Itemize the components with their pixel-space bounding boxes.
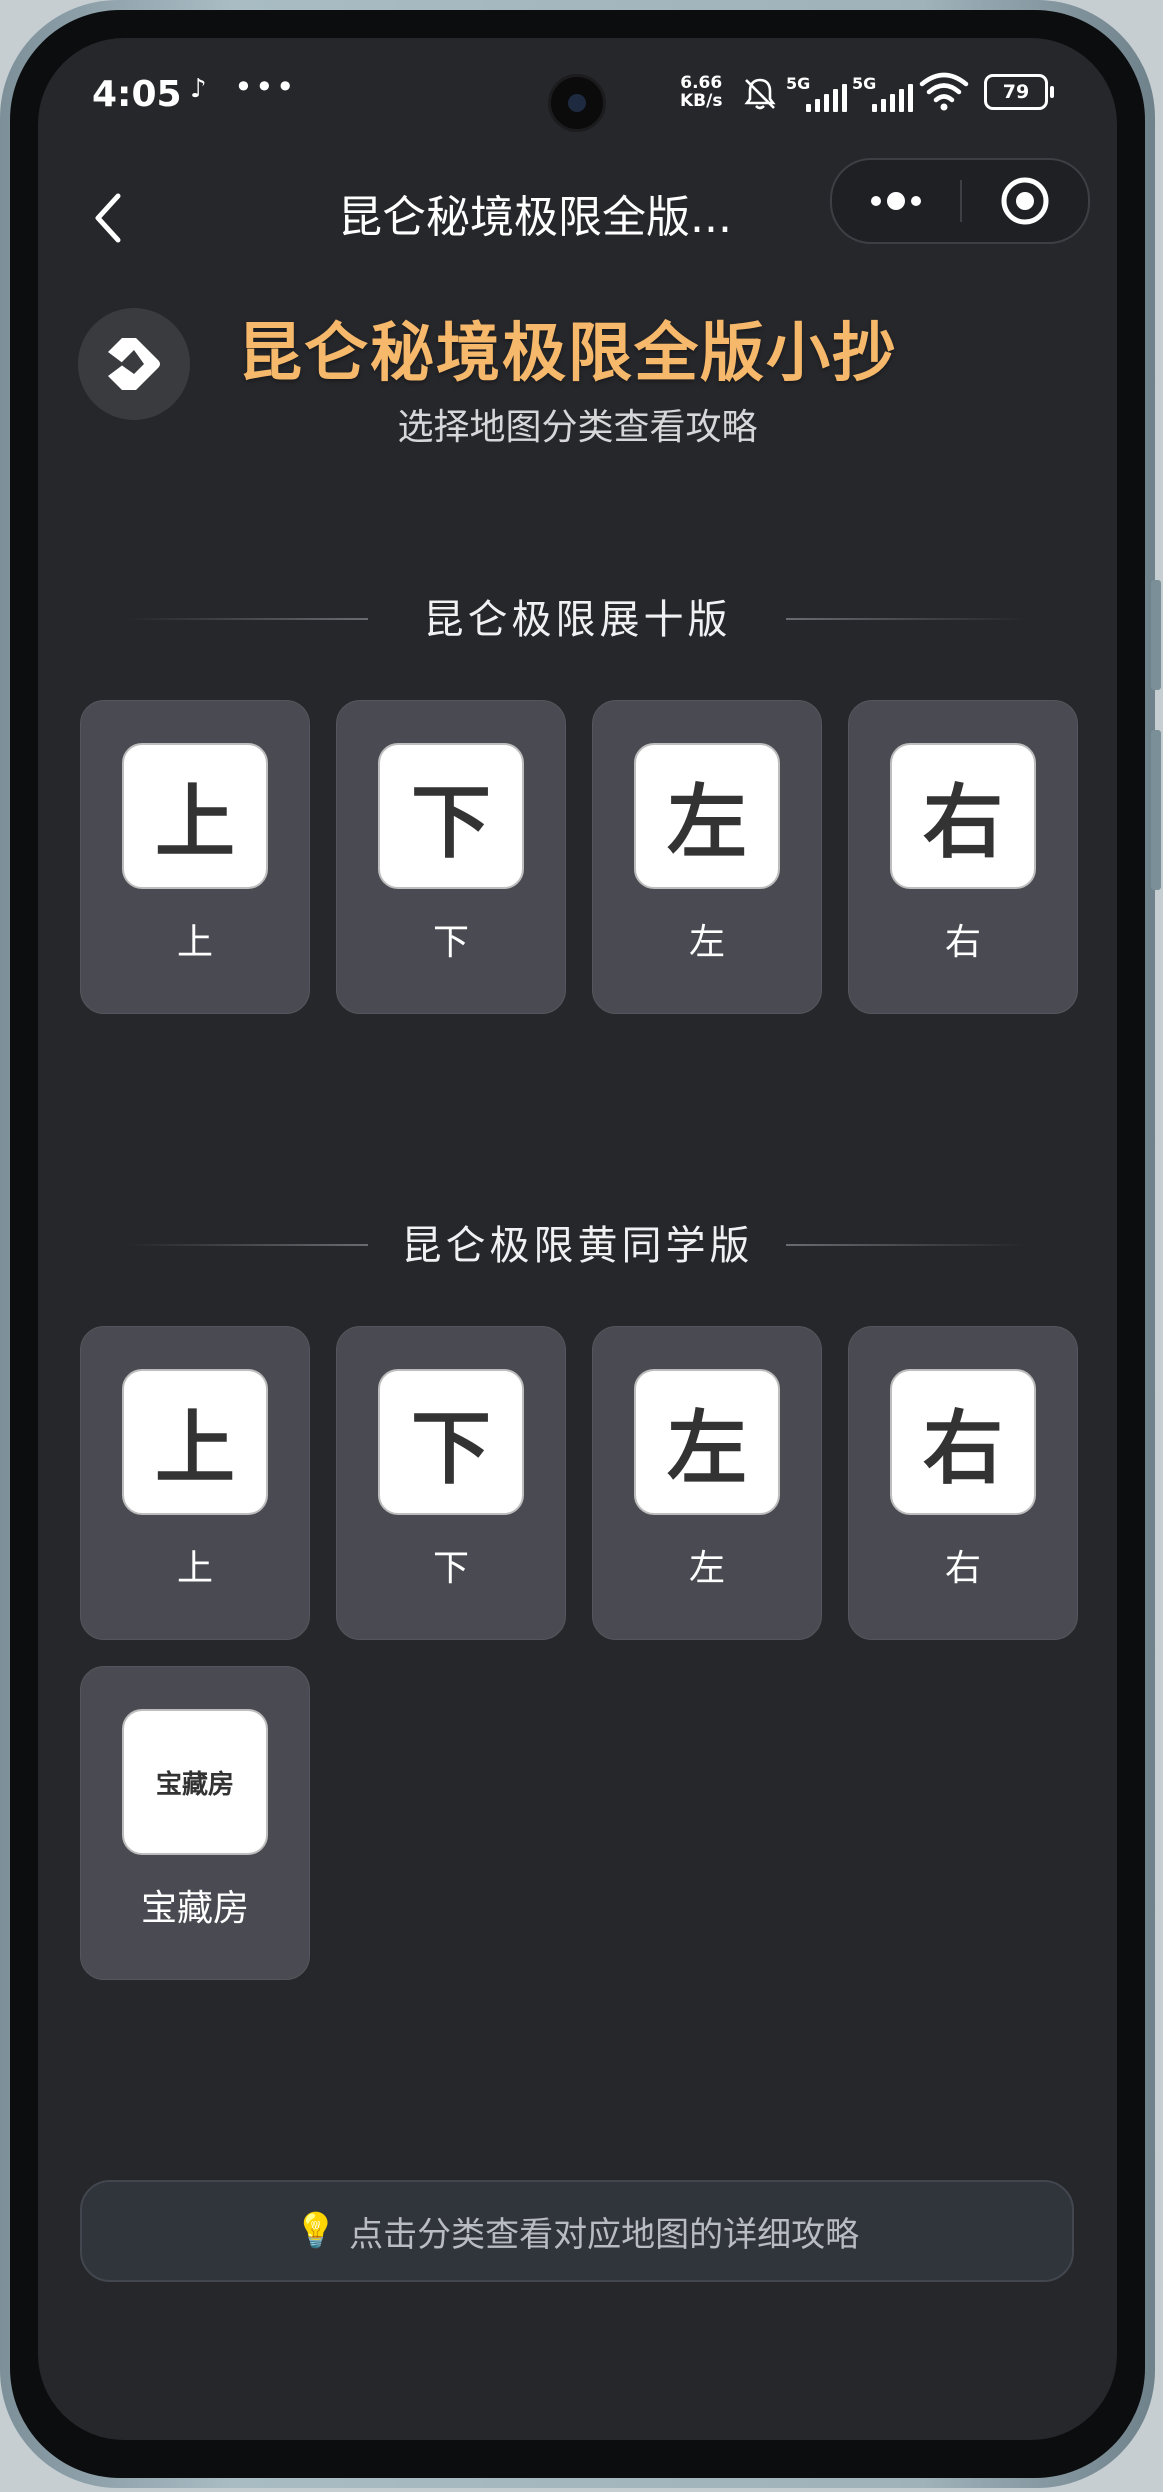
network-speed: 6.66 KB/s [680,74,722,110]
more-options-button[interactable] [832,160,960,242]
back-arrow-icon[interactable] [78,178,138,258]
map-card-treasure-room[interactable]: 宝藏房 宝藏房 [80,1666,310,1980]
map-card-icon: 下 [378,743,524,889]
network-speed-value: 6.66 [680,73,723,93]
section-title: 昆仑极限展十版 [423,597,732,643]
map-card-label: 下 [432,1548,469,1589]
power-button [1151,730,1161,890]
map-card-icon: 右 [890,1369,1036,1515]
tiktok-icon: ♪ [190,74,207,104]
page-title: 昆仑秘境极限全版小抄 [238,317,898,391]
more-notifications-icon: ••• [234,68,297,106]
hint-banner: 💡 点击分类查看对应地图的详细攻略 [80,2180,1074,2282]
nav-title: 昆仑秘境极限全版... [338,192,732,243]
mute-bell-icon [744,78,776,110]
map-card-up[interactable]: 上 上 [80,1326,310,1640]
map-card-icon: 下 [378,1369,524,1515]
status-time: 4:05 [92,74,182,115]
hint-text: 点击分类查看对应地图的详细攻略 [349,2214,860,2255]
map-card-icon: 左 [634,743,780,889]
map-card-icon: 上 [122,1369,268,1515]
map-card-left[interactable]: 左 左 [592,1326,822,1640]
network-speed-unit: KB/s [680,91,723,111]
volume-button [1151,580,1161,690]
map-card-icon: 宝藏房 [122,1709,268,1855]
front-camera [548,74,606,132]
signal-5g-icon-2: 5G [852,74,916,114]
status-bar: 4:05 ♪ ••• 6.66 KB/s 5G 5G 79 [38,38,1117,158]
mini-program-capsule [830,158,1090,244]
map-card-label: 宝藏房 [140,1888,249,1929]
close-target-button[interactable] [962,160,1088,242]
map-card-right[interactable]: 右 右 [848,700,1078,1014]
app-logo-icon [78,308,190,420]
map-card-right[interactable]: 右 右 [848,1326,1078,1640]
map-card-down[interactable]: 下 下 [336,700,566,1014]
map-card-label: 下 [432,922,469,963]
lightbulb-icon: 💡 [294,2211,338,2251]
map-card-label: 上 [176,922,213,963]
map-card-icon: 左 [634,1369,780,1515]
map-card-icon: 右 [890,743,1036,889]
map-card-label: 上 [176,1548,213,1589]
page-subtitle: 选择地图分类查看攻略 [397,407,758,448]
map-card-label: 右 [944,1548,981,1589]
map-card-label: 左 [688,922,725,963]
map-card-label: 右 [944,922,981,963]
wifi-icon [919,72,969,111]
battery-icon: 79 [984,74,1054,110]
signal-5g-icon: 5G [786,74,850,114]
map-card-up[interactable]: 上 上 [80,700,310,1014]
map-card-down[interactable]: 下 下 [336,1326,566,1640]
map-card-icon: 上 [122,743,268,889]
app-screen: 4:05 ♪ ••• 6.66 KB/s 5G 5G 79 昆仑秘境极限全版..… [38,38,1117,2440]
map-card-label: 左 [688,1548,725,1589]
section-title: 昆仑极限黄同学版 [401,1223,754,1269]
map-card-left[interactable]: 左 左 [592,700,822,1014]
